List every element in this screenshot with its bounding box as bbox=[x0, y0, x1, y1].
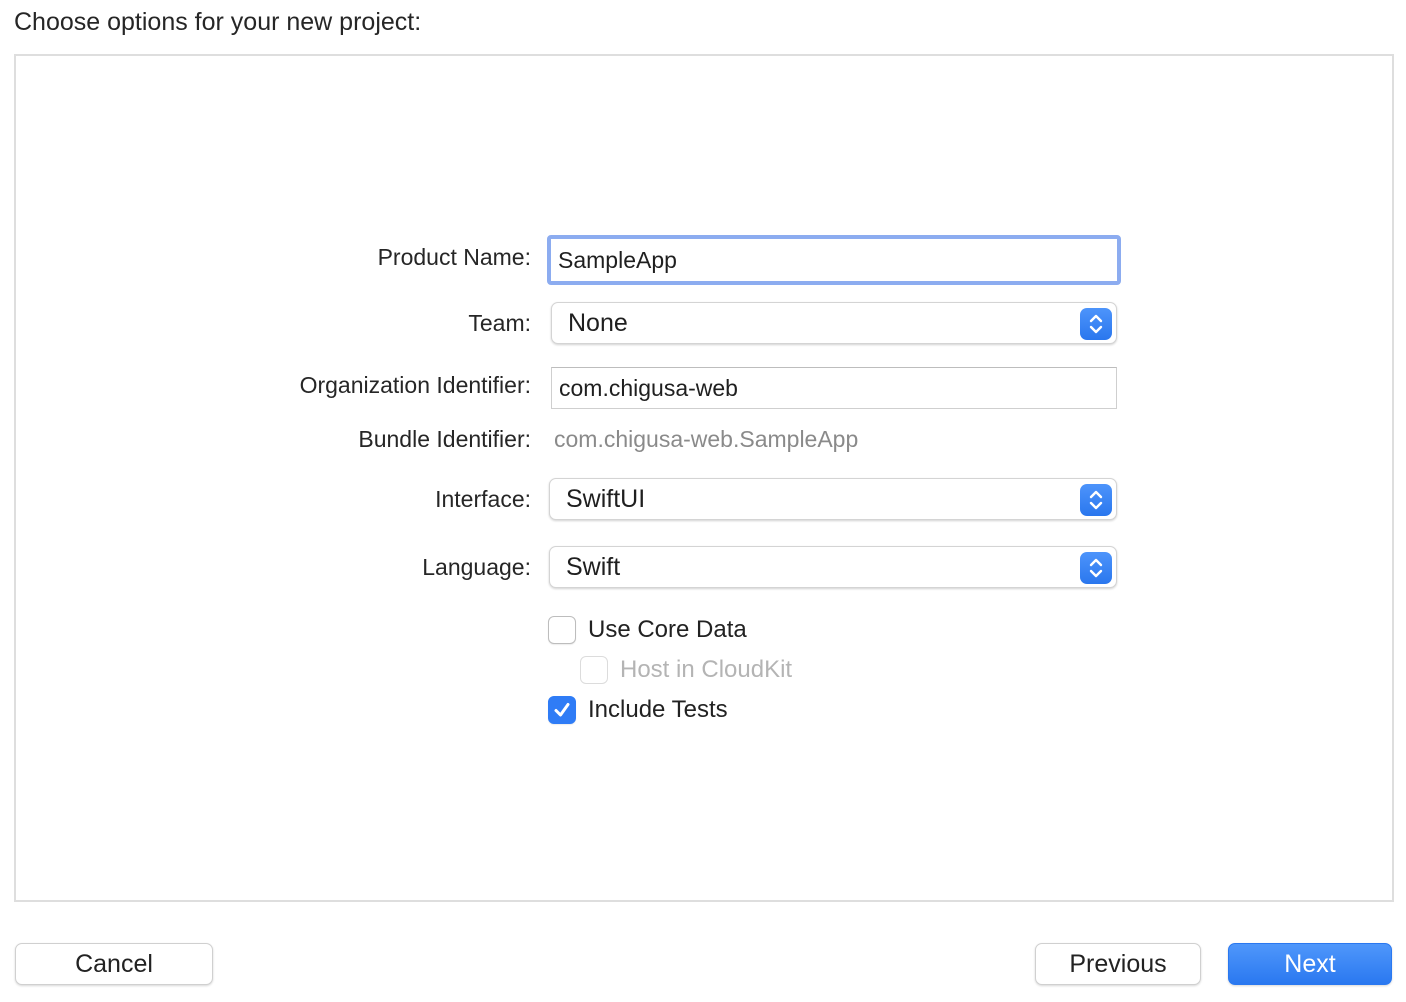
team-label: Team: bbox=[468, 310, 531, 336]
use-core-data-option[interactable]: Use Core Data bbox=[548, 616, 747, 644]
page-title: Choose options for your new project: bbox=[14, 8, 422, 36]
include-tests-checkbox[interactable] bbox=[548, 696, 576, 724]
product-name-value: SampleApp bbox=[558, 246, 677, 273]
chevron-up-down-icon bbox=[1080, 552, 1112, 584]
include-tests-option[interactable]: Include Tests bbox=[548, 696, 728, 724]
organization-identifier-field[interactable]: com.chigusa-web bbox=[551, 367, 1117, 409]
include-tests-label: Include Tests bbox=[588, 696, 728, 723]
new-project-options-sheet: Choose options for your new project: Pro… bbox=[0, 0, 1406, 1002]
chevron-up-down-icon bbox=[1080, 484, 1112, 516]
use-core-data-label: Use Core Data bbox=[588, 616, 747, 643]
cancel-button[interactable]: Cancel bbox=[15, 943, 213, 985]
chevron-up-down-icon bbox=[1080, 308, 1112, 340]
interface-popup[interactable]: SwiftUI bbox=[549, 478, 1117, 520]
language-label: Language: bbox=[422, 554, 531, 580]
product-name-label: Product Name: bbox=[377, 244, 531, 270]
interface-value: SwiftUI bbox=[566, 484, 646, 513]
language-popup[interactable]: Swift bbox=[549, 546, 1117, 588]
organization-identifier-label: Organization Identifier: bbox=[299, 372, 531, 398]
bundle-identifier-value: com.chigusa-web.SampleApp bbox=[554, 426, 859, 452]
next-button[interactable]: Next bbox=[1228, 943, 1392, 985]
checkmark-icon bbox=[554, 703, 570, 717]
use-core-data-checkbox[interactable] bbox=[548, 616, 576, 644]
interface-label: Interface: bbox=[435, 486, 531, 512]
host-in-cloudkit-label: Host in CloudKit bbox=[620, 656, 793, 683]
host-in-cloudkit-option: Host in CloudKit bbox=[580, 656, 792, 684]
previous-button[interactable]: Previous bbox=[1035, 943, 1201, 985]
bundle-identifier-label: Bundle Identifier: bbox=[358, 426, 531, 452]
host-in-cloudkit-checkbox bbox=[580, 656, 608, 684]
team-popup[interactable]: None bbox=[551, 302, 1117, 344]
language-value: Swift bbox=[566, 552, 621, 581]
team-value: None bbox=[568, 308, 628, 337]
product-name-field[interactable]: SampleApp bbox=[547, 235, 1121, 285]
